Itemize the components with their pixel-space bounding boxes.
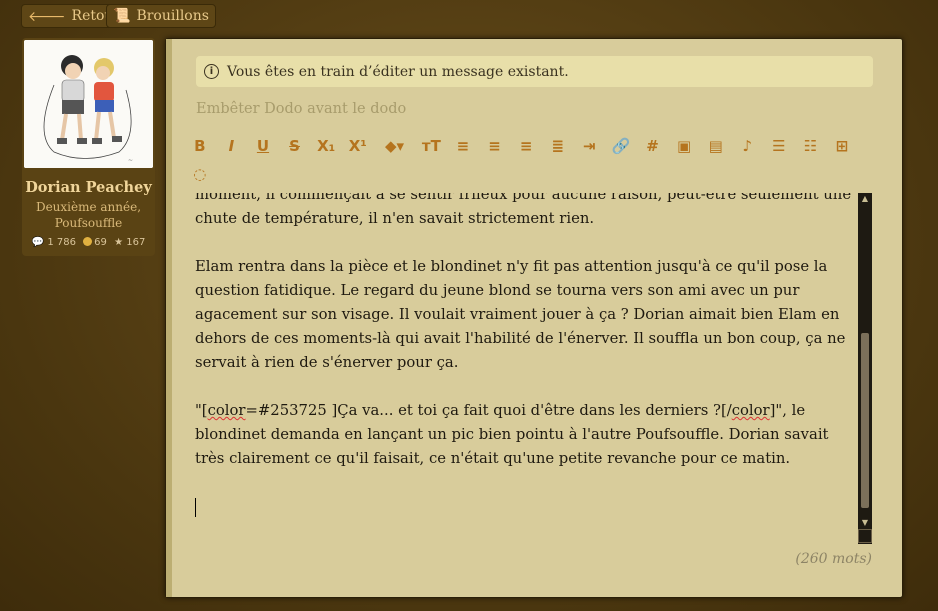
- bold-button[interactable]: B: [184, 133, 216, 158]
- textarea-scrollbar[interactable]: ▲ ▼: [858, 193, 872, 544]
- font-size-button[interactable]: ᴛT: [416, 133, 448, 158]
- bullet-list-button[interactable]: ☰: [763, 133, 795, 158]
- table-button[interactable]: ⊞: [826, 133, 858, 158]
- scroll-down-icon[interactable]: ▼: [858, 517, 872, 529]
- subscript-button[interactable]: X₁: [310, 133, 342, 158]
- author-rank: Deuxième année, Poufsouffle: [35, 200, 142, 230]
- underline-button[interactable]: U: [247, 133, 279, 158]
- hide-button[interactable]: ◌: [184, 161, 216, 186]
- superscript-button[interactable]: X¹: [342, 133, 374, 158]
- scroll-icon: 📜: [113, 8, 131, 24]
- indent-button[interactable]: ⇥: [574, 133, 606, 158]
- strike-button[interactable]: S: [279, 133, 311, 158]
- italic-button[interactable]: I: [216, 133, 248, 158]
- star-icon: ★: [114, 237, 124, 248]
- drafts-button-label: Brouillons: [136, 8, 209, 24]
- message-body: moment, il commençait à se sentir frileu…: [195, 193, 855, 519]
- resize-handle-icon[interactable]: [858, 529, 872, 543]
- music-button[interactable]: ♪: [732, 133, 764, 158]
- subject-field[interactable]: Embêter Dodo avant le dodo: [196, 101, 406, 117]
- coin-icon: [83, 237, 93, 246]
- author-profile-card: ~ Dorian Peachey Deuxième année, Poufsou…: [22, 38, 155, 256]
- avatar-illustration: ~: [24, 40, 153, 168]
- edit-notice-text: Vous êtes en train d’éditer un message e…: [227, 63, 569, 80]
- arrow-left-icon: 🡐: [28, 8, 66, 25]
- image-button[interactable]: ▣: [668, 133, 700, 158]
- align-center-button[interactable]: ≡: [479, 133, 511, 158]
- messages-stat: 💬 1 786: [31, 237, 76, 248]
- align-right-button[interactable]: ≡: [510, 133, 542, 158]
- drafts-button[interactable]: 📜 Brouillons: [106, 4, 216, 28]
- numbered-list-button[interactable]: ☷: [795, 133, 827, 158]
- message-paragraph: Elam rentra dans la pièce et le blondine…: [195, 258, 846, 371]
- hashtag-button[interactable]: #: [637, 133, 669, 158]
- author-name[interactable]: Dorian Peachey: [22, 179, 155, 196]
- justify-button[interactable]: ≣: [542, 133, 574, 158]
- scroll-up-icon[interactable]: ▲: [858, 193, 872, 205]
- message-textarea[interactable]: moment, il commençait à se sentir frileu…: [172, 193, 872, 544]
- reputation-stat: ★ 167: [114, 237, 146, 248]
- scrollbar-thumb[interactable]: [861, 333, 869, 508]
- avatar[interactable]: ~: [24, 40, 153, 168]
- video-button[interactable]: ▤: [700, 133, 732, 158]
- edit-notice: i Vous êtes en train d’éditer un message…: [196, 56, 873, 87]
- editor-panel: i Vous êtes en train d’éditer un message…: [165, 38, 903, 598]
- points-stat: 69: [83, 237, 107, 248]
- word-count: (260 mots): [795, 551, 872, 567]
- speech-bubble-icon: 💬: [31, 237, 45, 248]
- message-paragraph: moment, il commençait à se sentir frileu…: [195, 193, 852, 227]
- color-button[interactable]: ◆▾: [374, 133, 416, 158]
- info-icon: i: [204, 64, 219, 79]
- svg-text:~: ~: [128, 157, 133, 164]
- align-left-button[interactable]: ≡: [447, 133, 479, 158]
- text-cursor: [195, 497, 196, 517]
- link-button[interactable]: 🔗: [605, 133, 637, 158]
- message-paragraph: "[color=#253725 ]Ça va... et toi ça fait…: [195, 402, 829, 467]
- author-stats: 💬 1 786 69 ★ 167: [22, 237, 155, 248]
